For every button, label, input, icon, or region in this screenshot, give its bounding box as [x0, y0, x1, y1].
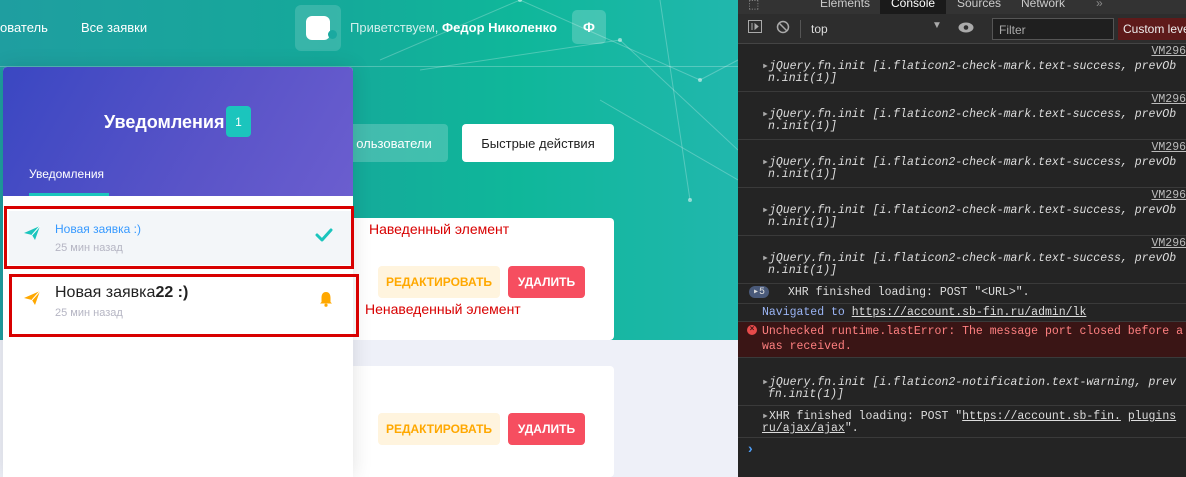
log-text-cont: n.init(1)]: [768, 72, 838, 85]
log-text-cont: n.init(1)]: [768, 216, 838, 229]
user-name: Федор Николенко: [442, 20, 557, 35]
xhr-url-link[interactable]: ru/ajax/ajax: [762, 422, 845, 435]
edit-button[interactable]: РЕДАКТИРОВАТЬ: [378, 266, 500, 298]
notifications-dropdown: Уведомления 1 Уведомления Новая заявка :…: [3, 67, 353, 477]
tab-network[interactable]: Network: [1021, 0, 1065, 10]
log-source-link[interactable]: VM296: [1151, 45, 1186, 58]
users-button[interactable]: ользователи: [340, 124, 448, 162]
console-xhr-row: ▸XHR finished loading: POST "https://acc…: [738, 406, 1186, 438]
log-text-cont: n.init(1)]: [768, 264, 838, 277]
delete-button[interactable]: УДАЛИТЬ: [508, 413, 585, 445]
console-log-row: VM296 ▸jQuery.fn.init [i.flaticon2-check…: [738, 236, 1186, 284]
nav-users-link[interactable]: ователь: [0, 20, 48, 35]
log-text: XHR finished loading: POST "<URL>".: [788, 286, 1030, 299]
log-source-link[interactable]: VM296: [1151, 189, 1186, 202]
highlight-box-hovered: [4, 206, 354, 269]
edit-button[interactable]: РЕДАКТИРОВАТЬ: [378, 413, 500, 445]
greeting-prefix: Приветствуем,: [350, 20, 439, 35]
log-text-cont: n.init(1)]: [768, 120, 838, 133]
more-tabs-chevron-icon[interactable]: »: [1096, 0, 1103, 10]
error-text: Unchecked runtime.lastError: The message…: [762, 325, 1183, 338]
console-log-row: VM296 ▸jQuery.fn.init [i.flaticon2-check…: [738, 92, 1186, 140]
tab-sources[interactable]: Sources: [957, 0, 1001, 10]
inspect-icon[interactable]: ⬚: [748, 0, 759, 11]
devtools-tab-bar: ⬚ Elements Console Sources Network »: [738, 0, 1186, 14]
console-log-row: ▸jQuery.fn.init [i.flaticon2-notificatio…: [738, 358, 1186, 406]
console-error-row: × Unchecked runtime.lastError: The messa…: [738, 322, 1186, 358]
logo[interactable]: [295, 5, 341, 51]
xhr-url-link[interactable]: https://account.sb-fin.: [962, 410, 1121, 423]
console-log-row: VM296 ▸jQuery.fn.init [i.flaticon2-check…: [738, 44, 1186, 92]
console-xhr-row: ▸5 XHR finished loading: POST "<URL>".: [738, 284, 1186, 304]
chevron-down-icon[interactable]: ▼: [932, 20, 942, 31]
navigated-url-link[interactable]: https://account.sb-fin.ru/admin/lk: [852, 306, 1087, 319]
log-levels-dropdown[interactable]: Custom levels: [1118, 18, 1186, 40]
tab-elements[interactable]: Elements: [820, 0, 870, 10]
error-text-cont: was received.: [762, 340, 852, 353]
quick-actions-button[interactable]: Быстрые действия: [462, 124, 614, 162]
sidebar-toggle-icon[interactable]: [748, 20, 762, 36]
log-source-link[interactable]: VM296: [1151, 237, 1186, 250]
log-text-cont: fn.init(1)]: [768, 388, 844, 401]
logo-icon: [306, 16, 337, 40]
tab-notifications[interactable]: Уведомления: [29, 167, 104, 181]
clear-console-icon[interactable]: [776, 20, 790, 37]
console-log-row: VM296 ▸jQuery.fn.init [i.flaticon2-check…: [738, 188, 1186, 236]
web-app: ователь Все заявки Приветствуем, Федор Н…: [0, 0, 738, 477]
annotation-hovered: Наведенный элемент: [369, 221, 510, 237]
greeting: Приветствуем, Федор Николенко: [350, 20, 557, 35]
console-filter-input[interactable]: Filter: [992, 18, 1114, 40]
context-select[interactable]: top: [811, 22, 828, 36]
console-nav-row: Navigated to https://account.sb-fin.ru/a…: [738, 304, 1186, 322]
user-avatar-button[interactable]: Ф: [572, 10, 606, 44]
notifications-title: Уведомления: [104, 112, 225, 132]
nav-all-requests-link[interactable]: Все заявки: [81, 20, 147, 35]
console-log-row: VM296 ▸jQuery.fn.init [i.flaticon2-check…: [738, 140, 1186, 188]
active-tab-indicator: [29, 193, 109, 196]
eye-icon[interactable]: [958, 22, 974, 36]
log-source-link[interactable]: VM296: [1151, 141, 1186, 154]
console-prompt-icon[interactable]: ›: [748, 440, 753, 456]
devtools-panel: ⬚ Elements Console Sources Network » top…: [738, 0, 1186, 477]
repeat-count-badge: ▸5: [749, 286, 770, 298]
error-icon: ×: [747, 325, 757, 335]
notifications-count-badge: 1: [226, 106, 251, 137]
notifications-header: Уведомления 1 Уведомления: [3, 67, 353, 196]
log-text-cont: n.init(1)]: [768, 168, 838, 181]
tab-console[interactable]: Console: [891, 0, 935, 10]
log-source-link[interactable]: VM296: [1151, 93, 1186, 106]
console-toolbar: top ▼ Filter Custom levels: [738, 14, 1186, 44]
highlight-box-not-hovered: [9, 274, 359, 337]
annotation-not-hovered: Ненаведенный элемент: [365, 301, 521, 317]
delete-button[interactable]: УДАЛИТЬ: [508, 266, 585, 298]
